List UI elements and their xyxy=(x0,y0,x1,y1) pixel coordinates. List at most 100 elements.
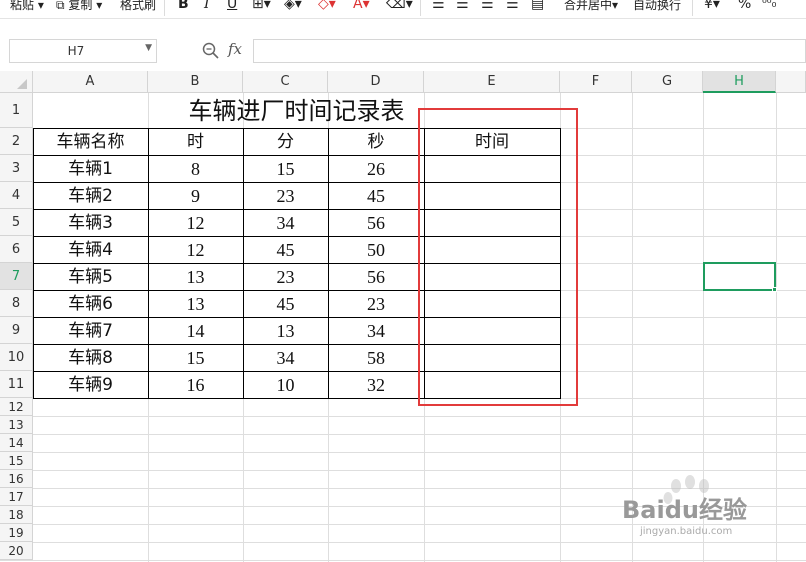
copy-label: 复制 xyxy=(68,0,93,12)
data-cell[interactable]: 9 xyxy=(148,182,243,209)
data-cell[interactable]: 32 xyxy=(328,371,424,398)
zoom-icon[interactable] xyxy=(201,41,221,61)
data-cell[interactable]: 34 xyxy=(243,209,328,236)
data-cell[interactable]: 13 xyxy=(148,263,243,290)
vehicle-name-cell[interactable]: 车辆7 xyxy=(33,317,148,344)
vehicle-name-cell[interactable]: 车辆9 xyxy=(33,371,148,398)
data-cell[interactable]: 58 xyxy=(328,344,424,371)
data-cell[interactable]: 56 xyxy=(328,263,424,290)
column-header-a[interactable]: A xyxy=(33,71,148,93)
fx-icon[interactable]: fx xyxy=(228,40,242,58)
row-header-14[interactable]: 14 xyxy=(0,434,33,452)
row-header-16[interactable]: 16 xyxy=(0,470,33,488)
data-cell[interactable]: 15 xyxy=(243,155,328,182)
distribute-icon[interactable]: ▤ xyxy=(531,0,544,12)
row-header-15[interactable]: 15 xyxy=(0,452,33,470)
row-header-10[interactable]: 10 xyxy=(0,344,33,371)
row-header-4[interactable]: 4 xyxy=(0,182,33,209)
vehicle-name-cell[interactable]: 车辆5 xyxy=(33,263,148,290)
italic-button[interactable]: I xyxy=(204,0,210,12)
row-header-11[interactable]: 11 xyxy=(0,371,33,398)
header-cell[interactable]: 时 xyxy=(148,128,243,155)
data-cell[interactable]: 13 xyxy=(148,290,243,317)
copy-button[interactable]: ⧉ 复制 ▾ xyxy=(56,0,102,13)
data-cell[interactable]: 45 xyxy=(243,236,328,263)
vehicle-name-cell[interactable]: 车辆4 xyxy=(33,236,148,263)
header-cell[interactable]: 分 xyxy=(243,128,328,155)
fill-handle[interactable] xyxy=(772,287,777,292)
align-left-icon[interactable]: ☰ xyxy=(432,0,445,12)
row-header-7[interactable]: 7 xyxy=(0,263,33,290)
column-header-g[interactable]: G xyxy=(632,71,703,93)
data-cell[interactable]: 56 xyxy=(328,209,424,236)
vehicle-name-cell[interactable]: 车辆1 xyxy=(33,155,148,182)
data-cell[interactable]: 8 xyxy=(148,155,243,182)
row-header-5[interactable]: 5 xyxy=(0,209,33,236)
select-all-corner[interactable] xyxy=(0,71,33,93)
row-header-13[interactable]: 13 xyxy=(0,416,33,434)
format-painter-button[interactable]: 格式刷 xyxy=(120,0,156,13)
data-cell[interactable]: 14 xyxy=(148,317,243,344)
data-cell[interactable]: 45 xyxy=(243,290,328,317)
data-cell[interactable]: 13 xyxy=(243,317,328,344)
data-cell[interactable]: 34 xyxy=(328,317,424,344)
watermark-text: Baidu经验 xyxy=(622,496,747,524)
clear-format-button[interactable]: ⌫▾ xyxy=(386,0,413,12)
data-cell[interactable]: 10 xyxy=(243,371,328,398)
row-header-8[interactable]: 8 xyxy=(0,290,33,317)
data-cell[interactable]: 16 xyxy=(148,371,243,398)
vehicle-name-cell[interactable]: 车辆3 xyxy=(33,209,148,236)
vehicle-name-cell[interactable]: 车辆6 xyxy=(33,290,148,317)
row-header-20[interactable]: 20 xyxy=(0,542,33,560)
active-cell[interactable] xyxy=(703,262,776,291)
row-header-3[interactable]: 3 xyxy=(0,155,33,182)
fill-color-button[interactable]: ◈▾ xyxy=(284,0,302,12)
data-cell[interactable]: 23 xyxy=(243,182,328,209)
row-header-12[interactable]: 12 xyxy=(0,398,33,416)
vehicle-name-cell[interactable]: 车辆8 xyxy=(33,344,148,371)
row-header-18[interactable]: 18 xyxy=(0,506,33,524)
fill-bucket-icon[interactable]: ◇▾ xyxy=(318,0,336,12)
formula-input[interactable] xyxy=(253,39,806,63)
data-cell[interactable]: 26 xyxy=(328,155,424,182)
column-header-h[interactable]: H xyxy=(703,71,776,93)
data-cell[interactable]: 45 xyxy=(328,182,424,209)
data-cell[interactable]: 23 xyxy=(243,263,328,290)
paste-label: 粘贴 xyxy=(10,0,35,12)
underline-button[interactable]: U xyxy=(227,0,237,12)
thousands-separator-icon[interactable]: ⁰⁰₀ xyxy=(762,0,776,10)
merge-center-button[interactable]: 合并居中▾ xyxy=(564,0,618,13)
align-right-icon[interactable]: ☰ xyxy=(481,0,494,12)
data-cell[interactable]: 50 xyxy=(328,236,424,263)
column-header-c[interactable]: C xyxy=(243,71,328,93)
column-header-f[interactable]: F xyxy=(560,71,632,93)
chevron-down-icon[interactable]: ▼ xyxy=(145,43,152,53)
data-cell[interactable]: 12 xyxy=(148,236,243,263)
bold-button[interactable]: B xyxy=(178,0,189,12)
data-cell[interactable]: 34 xyxy=(243,344,328,371)
column-header-e[interactable]: E xyxy=(424,71,560,93)
justify-icon[interactable]: ☰ xyxy=(506,0,519,12)
row-header-17[interactable]: 17 xyxy=(0,488,33,506)
header-cell[interactable]: 车辆名称 xyxy=(33,128,148,155)
column-header-d[interactable]: D xyxy=(328,71,424,93)
vehicle-name-cell[interactable]: 车辆2 xyxy=(33,182,148,209)
data-cell[interactable]: 23 xyxy=(328,290,424,317)
row-header-2[interactable]: 2 xyxy=(0,128,33,155)
data-cell[interactable]: 15 xyxy=(148,344,243,371)
row-header-9[interactable]: 9 xyxy=(0,317,33,344)
column-header-b[interactable]: B xyxy=(148,71,243,93)
currency-button[interactable]: ¥▾ xyxy=(704,0,720,12)
row-header-1[interactable]: 1 xyxy=(0,93,33,128)
name-box[interactable]: H7 ▼ xyxy=(9,39,157,63)
percent-button[interactable]: % xyxy=(738,0,751,12)
border-button[interactable]: ⊞▾ xyxy=(252,0,271,12)
paste-button[interactable]: 粘贴 ▾ xyxy=(10,0,44,13)
header-cell[interactable]: 秒 xyxy=(328,128,424,155)
font-color-button[interactable]: A▾ xyxy=(353,0,370,12)
row-header-6[interactable]: 6 xyxy=(0,236,33,263)
wrap-text-button[interactable]: 自动换行 xyxy=(633,0,681,13)
row-header-19[interactable]: 19 xyxy=(0,524,33,542)
align-center-icon[interactable]: ☰ xyxy=(456,0,469,12)
data-cell[interactable]: 12 xyxy=(148,209,243,236)
